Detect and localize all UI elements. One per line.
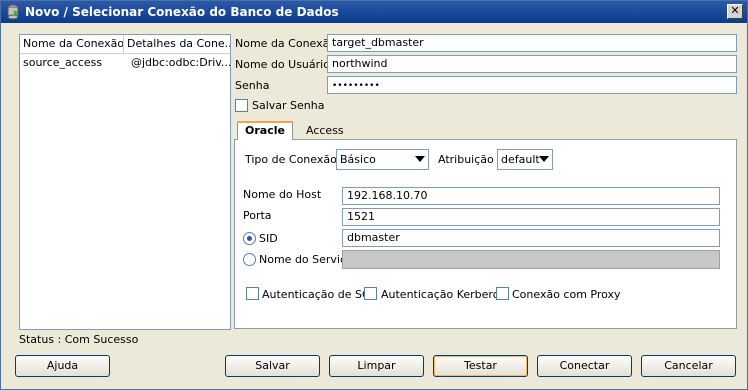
database-icon [7,4,19,20]
column-header-details[interactable]: Detalhes da Cone... [124,35,230,54]
kerberos-auth-label: Autenticação Kerberos [381,288,506,301]
port-input[interactable]: 1521 [342,208,720,226]
clear-button[interactable]: Limpar [329,355,424,377]
connection-name-label: Nome da Conexão [235,37,337,50]
kerberos-auth-checkbox[interactable] [364,287,377,300]
status-text: Status : Com Sucesso [19,333,139,346]
save-password-label: Salvar Senha [252,99,325,112]
proxy-connection-checkbox[interactable] [496,287,509,300]
column-header-name[interactable]: Nome da Conexão [20,35,124,54]
tab-oracle[interactable]: Oracle [237,121,293,140]
save-button[interactable]: Salvar [225,355,320,377]
sid-input[interactable]: dbmaster [342,229,720,247]
connection-name-input[interactable]: target_dbmaster [327,34,737,52]
window-title: Novo / Selecionar Conexão do Banco de Da… [25,5,339,19]
connection-type-label: Tipo de Conexão [245,153,337,166]
tab-access[interactable]: Access [300,123,350,140]
proxy-connection-label: Conexão com Proxy [512,288,621,301]
service-name-label: Nome do Serviço [259,253,353,266]
save-password-checkbox[interactable] [235,99,248,112]
role-value: default [501,153,540,166]
list-item[interactable]: source_access @jdbc:odbc:Driv... [20,54,230,72]
username-label: Nome do Usuário [235,58,330,71]
service-name-radio[interactable] [243,253,256,266]
close-button[interactable]: ✕ [727,4,743,19]
cancel-button[interactable]: Cancelar [641,355,736,377]
connection-details-cell: @jdbc:odbc:Driv... [131,56,230,69]
service-name-input [342,250,720,269]
sid-label: SID [259,232,278,245]
connect-button[interactable]: Conectar [537,355,632,377]
title-bar: Novo / Selecionar Conexão do Banco de Da… [1,1,747,23]
password-input[interactable]: ••••••••• [327,76,737,94]
host-label: Nome do Host [243,188,322,201]
close-icon: ✕ [730,4,740,17]
password-label: Senha [235,79,270,92]
chevron-down-icon [539,156,549,162]
test-button[interactable]: Testar [433,355,528,377]
connection-name-cell: source_access [23,56,103,69]
password-mask: ••••••••• [332,81,380,91]
chevron-down-icon [415,156,425,162]
connection-dialog: Novo / Selecionar Conexão do Banco de Da… [0,0,748,390]
role-select[interactable]: default [497,149,553,170]
os-auth-label: Autenticação de SO [262,288,371,301]
host-input[interactable]: 192.168.10.70 [342,187,720,205]
sid-radio[interactable] [243,232,256,245]
connection-list[interactable]: Nome da Conexão Detalhes da Cone... sour… [19,34,231,330]
help-button[interactable]: Ajuda [15,355,110,377]
connection-type-value: Básico [340,153,376,166]
username-input[interactable]: northwind [327,55,737,73]
role-label: Atribuição [438,153,494,166]
port-label: Porta [243,209,272,222]
connection-type-select[interactable]: Básico [336,149,429,170]
list-header: Nome da Conexão Detalhes da Cone... [20,35,230,54]
os-auth-checkbox[interactable] [246,287,259,300]
